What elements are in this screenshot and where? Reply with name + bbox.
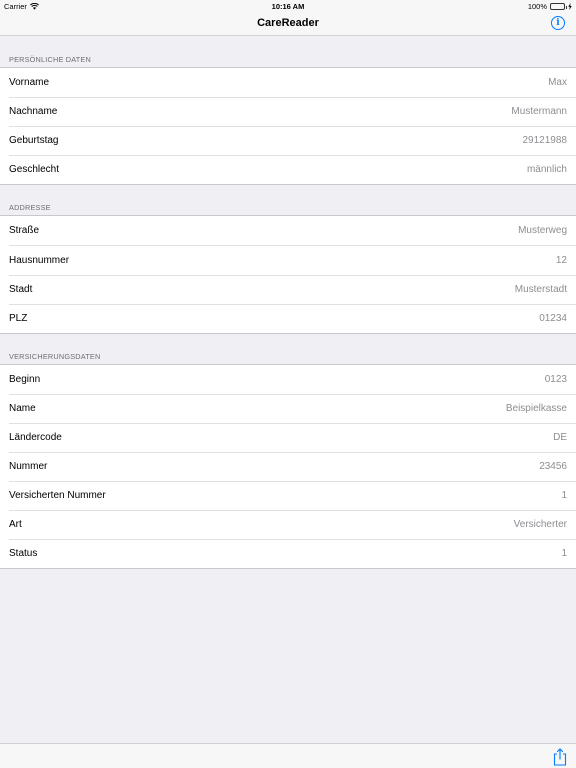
row-value: Beispielkasse <box>505 402 567 414</box>
row-label: Versicherten Nummer <box>9 490 106 502</box>
section-group: Straße Musterweg Hausnummer 12 Stadt Musterst… <box>0 215 576 334</box>
row-label: Nachname <box>9 106 58 118</box>
row-label: PLZ <box>9 312 28 324</box>
row-label: Hausnummer <box>9 254 70 266</box>
table-row[interactable]: Nachname Mustermann <box>0 97 576 126</box>
table-row[interactable]: Art Versicherter <box>0 510 576 539</box>
battery-percent: 100% <box>527 2 547 11</box>
row-value: DE <box>553 431 567 443</box>
row-label: Beginn <box>9 373 41 385</box>
row-value: 0123 <box>544 373 567 385</box>
table-row[interactable]: Versicherten Nummer 1 <box>0 481 576 510</box>
table-row[interactable]: Status 1 <box>0 539 576 568</box>
row-label: Status <box>9 548 38 560</box>
status-right: 100% <box>528 2 572 11</box>
row-label: Ländercode <box>9 431 62 443</box>
table-row[interactable]: Nummer 23456 <box>0 452 576 481</box>
settings-list: PERSÖNLICHE DATEN Vorname Max Nachname Muste… <box>0 37 576 570</box>
section-header: PERSÖNLICHE DATEN <box>9 55 91 64</box>
row-label: Geschlecht <box>9 164 60 176</box>
row-label: Geburtstag <box>9 135 59 147</box>
row-value: 1 <box>561 548 567 560</box>
table-row[interactable]: Geburtstag 29121988 <box>0 126 576 155</box>
charging-icon <box>568 3 572 10</box>
row-value: 12 <box>555 254 567 266</box>
row-value: 29121988 <box>522 135 568 147</box>
status-bar: Carrier 10:16 AM 100% <box>0 0 576 12</box>
table-row[interactable]: Stadt Musterstadt <box>0 274 576 304</box>
table-row[interactable]: Hausnummer 12 <box>0 245 576 274</box>
table-row[interactable]: PLZ 01234 <box>0 303 576 333</box>
table-row[interactable]: Straße Musterweg <box>0 216 576 245</box>
row-value: Musterstadt <box>514 283 567 295</box>
table-row[interactable]: Beginn 0123 <box>0 365 576 394</box>
table-row[interactable]: Name Beispielkasse <box>0 393 576 423</box>
section-group: Beginn 0123 Name Beispielkasse Ländercode DE N… <box>0 363 576 570</box>
navigation-bar: CareReader i <box>0 12 576 36</box>
section-group: Vorname Max Nachname Mustermann Geburtstag 29… <box>0 67 576 186</box>
section-header: VERSICHERUNGSDATEN <box>9 351 101 361</box>
row-value: Musterweg <box>518 225 567 237</box>
row-label: Art <box>9 519 22 531</box>
row-label: Name <box>9 402 36 414</box>
row-value: 1 <box>561 490 567 502</box>
row-value: Mustermann <box>511 106 567 118</box>
row-value: 23456 <box>539 461 567 473</box>
section-header: ADDRESSE <box>9 203 51 213</box>
status-time: 10:16 AM <box>271 2 305 11</box>
row-value: männlich <box>526 164 567 176</box>
row-label: Straße <box>9 225 40 237</box>
battery-icon <box>550 3 567 10</box>
table-row[interactable]: Vorname Max <box>0 68 576 97</box>
row-label: Vorname <box>9 77 50 89</box>
share-icon[interactable] <box>552 748 568 766</box>
row-label: Nummer <box>9 461 48 473</box>
row-value: 01234 <box>539 312 567 324</box>
row-label: Stadt <box>9 283 33 295</box>
bottom-toolbar <box>0 743 576 768</box>
info-icon[interactable]: i <box>551 16 565 30</box>
row-value: Max <box>548 77 567 89</box>
table-row[interactable]: Ländercode DE <box>0 422 576 452</box>
table-row[interactable]: Geschlecht männlich <box>0 155 576 184</box>
page-title: CareReader <box>257 17 319 29</box>
row-value: Versicherter <box>513 519 567 531</box>
